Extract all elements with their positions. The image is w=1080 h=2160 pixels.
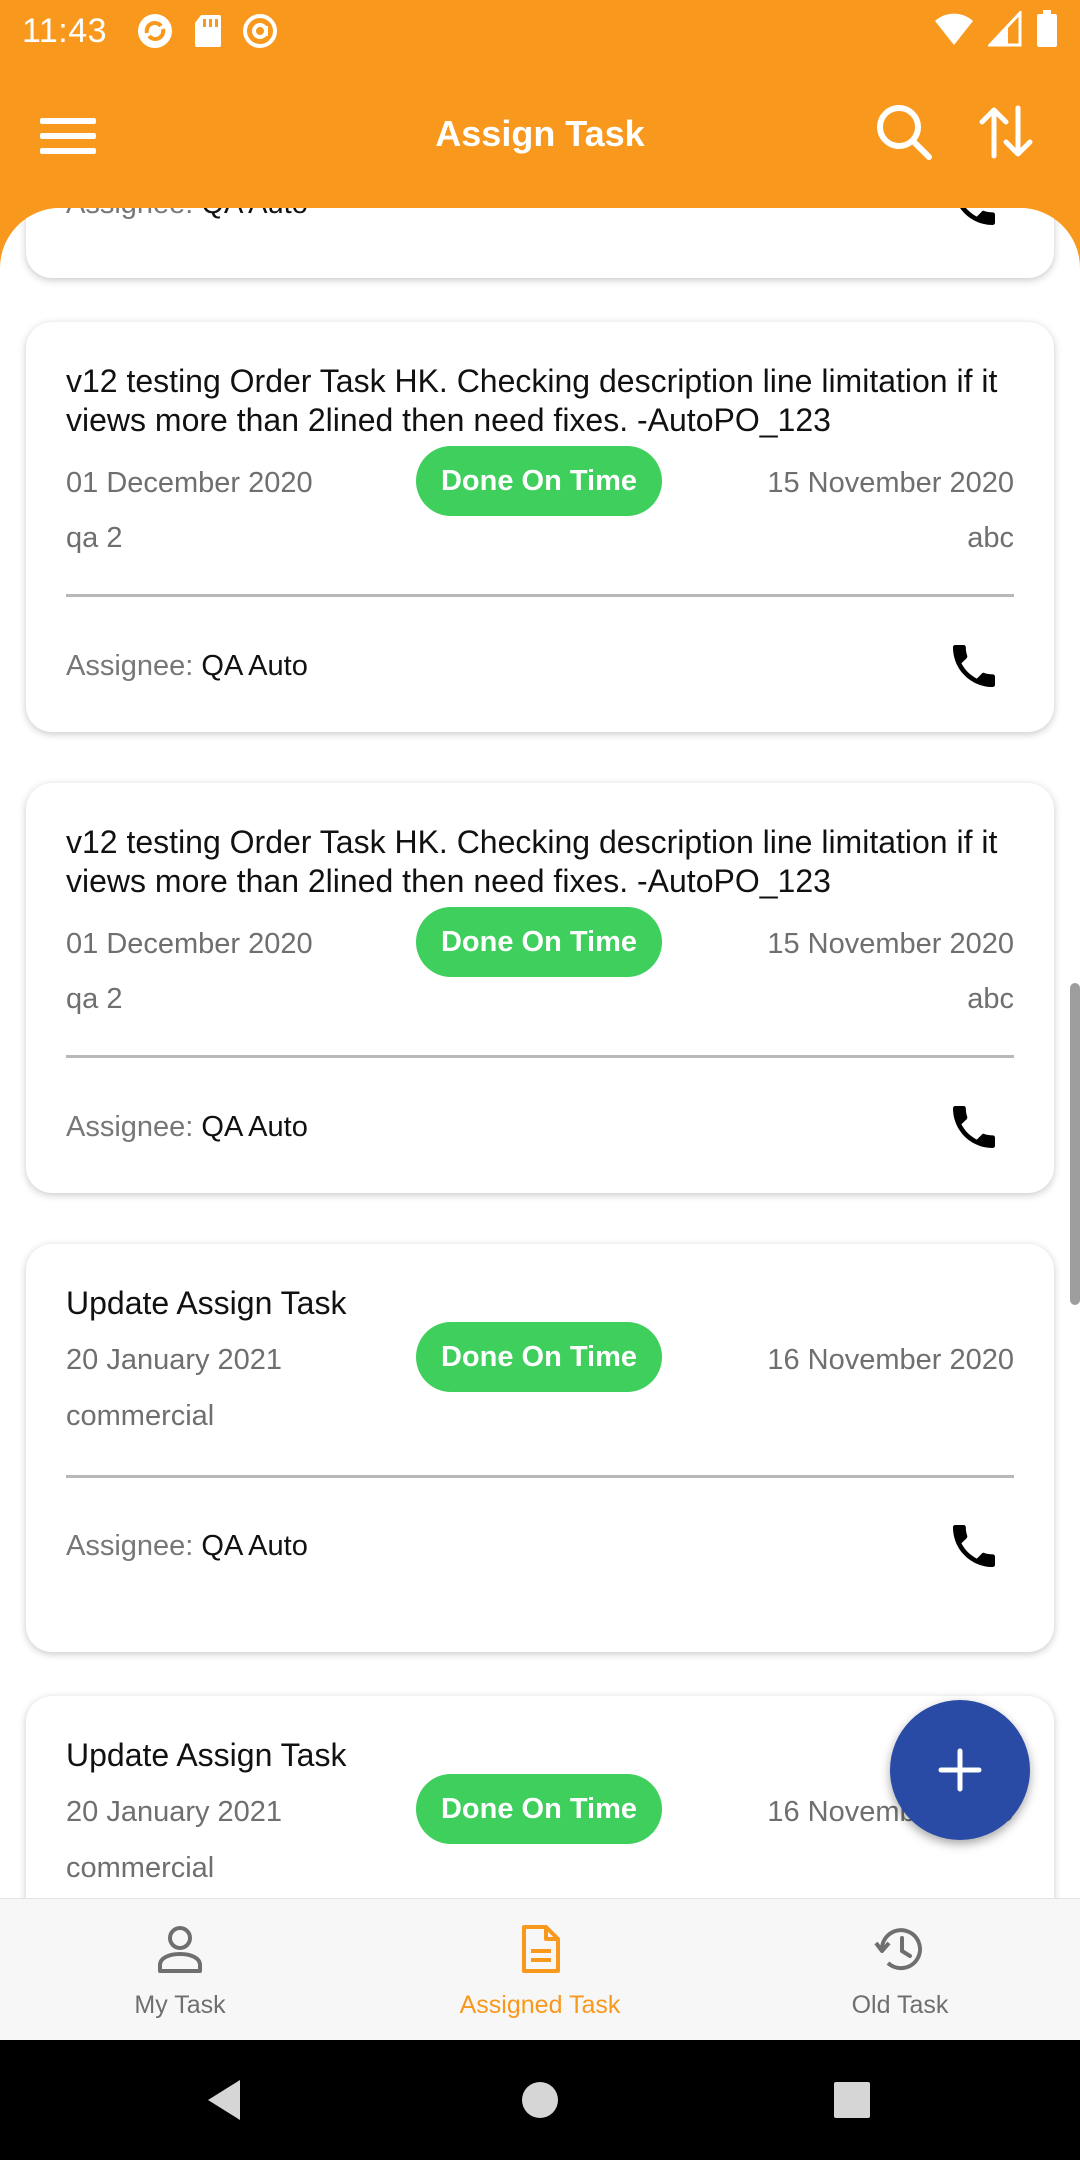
nav-item-old-task[interactable]: Old Task — [750, 1899, 1050, 2041]
assignee-text: Assignee: QA Auto — [66, 1530, 308, 1563]
scrollbar[interactable] — [1070, 983, 1080, 1305]
plus-icon — [938, 1748, 982, 1792]
assignee-value: QA Auto — [201, 208, 307, 220]
status-badge: Done On Time — [416, 1774, 662, 1844]
app-bar: Assign Task — [0, 62, 1080, 206]
battery-icon — [1037, 10, 1057, 47]
signal-icon — [988, 11, 1022, 47]
status-badge: Done On Time — [416, 446, 662, 516]
screen: 11:43 Assign Task v12 testing Order Task… — [0, 0, 1080, 2160]
task-tag: abc — [967, 983, 1014, 1015]
task-category: qa 2 — [66, 983, 123, 1015]
nav-label: My Task — [134, 1991, 226, 2019]
nav-label: Assigned Task — [459, 1991, 621, 2019]
task-title: Update Assign Task — [66, 1285, 347, 1321]
divider — [66, 1055, 1014, 1058]
assignee-label: Assignee: — [66, 650, 194, 682]
assignee-text: Assignee: QA Auto — [66, 1111, 308, 1144]
task-card[interactable]: v12 testing Order Task HK. Checking desc… — [26, 783, 1054, 1193]
task-title: v12 testing Order Task HK. Checking desc… — [66, 363, 998, 438]
task-card[interactable]: Update Assign Task 20 January 2021 Done … — [26, 1244, 1054, 1652]
task-due-date: 01 December 2020 — [66, 928, 313, 960]
divider — [66, 594, 1014, 597]
recents-icon[interactable] — [822, 2070, 882, 2130]
nav-item-my-task[interactable]: My Task — [30, 1899, 330, 2041]
menu-icon[interactable] — [38, 106, 98, 166]
task-list[interactable]: Assignee: QA Auto v12 testing Order Task… — [0, 208, 1080, 1898]
task-card-partial[interactable]: Assignee: QA Auto — [26, 208, 1054, 278]
status-bar: 11:43 — [0, 0, 1080, 62]
task-created-date: 15 November 2020 — [767, 467, 1014, 499]
assignee-label: Assignee: — [66, 208, 193, 220]
phone-icon[interactable] — [946, 638, 1002, 694]
status-badge: Done On Time — [416, 1322, 662, 1392]
assignee-label: Assignee: — [66, 1530, 194, 1562]
home-icon[interactable] — [510, 2070, 570, 2130]
task-title: Update Assign Task — [66, 1737, 347, 1773]
document-icon — [522, 1925, 560, 1973]
task-card[interactable]: v12 testing Order Task HK. Checking desc… — [26, 322, 1054, 732]
task-category: commercial — [66, 1400, 215, 1432]
assignee-text: Assignee: QA Auto — [66, 650, 308, 683]
task-category: commercial — [66, 1852, 215, 1884]
nav-label: Old Task — [851, 1991, 949, 2019]
phone-icon[interactable] — [946, 1518, 1002, 1574]
sync-icon — [138, 14, 173, 48]
back-icon[interactable] — [196, 2070, 256, 2130]
add-task-button[interactable] — [890, 1700, 1030, 1840]
task-created-date: 15 November 2020 — [767, 928, 1014, 960]
assignee-value: QA Auto — [201, 1530, 308, 1562]
search-icon[interactable] — [874, 102, 934, 162]
task-due-date: 20 January 2021 — [66, 1796, 283, 1828]
assignee-label: Assignee: — [66, 1111, 194, 1143]
status-badge: Done On Time — [416, 907, 662, 977]
task-category: qa 2 — [66, 522, 123, 554]
wifi-icon — [935, 13, 973, 45]
bottom-navigation: My Task Assigned Task Old Task — [0, 1898, 1080, 2040]
task-tag: abc — [967, 522, 1014, 554]
person-icon — [158, 1926, 202, 1973]
system-navigation-bar — [0, 2040, 1080, 2160]
phone-icon[interactable] — [946, 208, 1002, 232]
task-due-date: 20 January 2021 — [66, 1344, 283, 1376]
status-time: 11:43 — [22, 11, 108, 50]
divider — [66, 1475, 1014, 1478]
task-created-date: 16 November 2020 — [767, 1344, 1014, 1376]
sd-card-icon — [195, 15, 222, 47]
phone-icon[interactable] — [946, 1099, 1002, 1155]
assignee-value: QA Auto — [201, 1111, 308, 1143]
nav-item-assigned-task[interactable]: Assigned Task — [390, 1899, 690, 2041]
task-title: v12 testing Order Task HK. Checking desc… — [66, 824, 998, 899]
assignee-text: Assignee: QA Auto — [66, 208, 308, 221]
task-due-date: 01 December 2020 — [66, 467, 313, 499]
at-sign-icon — [243, 14, 278, 48]
sort-icon[interactable] — [976, 102, 1036, 162]
history-icon — [874, 1928, 922, 1971]
page-title: Assign Task — [435, 113, 645, 154]
assignee-value: QA Auto — [201, 650, 308, 682]
